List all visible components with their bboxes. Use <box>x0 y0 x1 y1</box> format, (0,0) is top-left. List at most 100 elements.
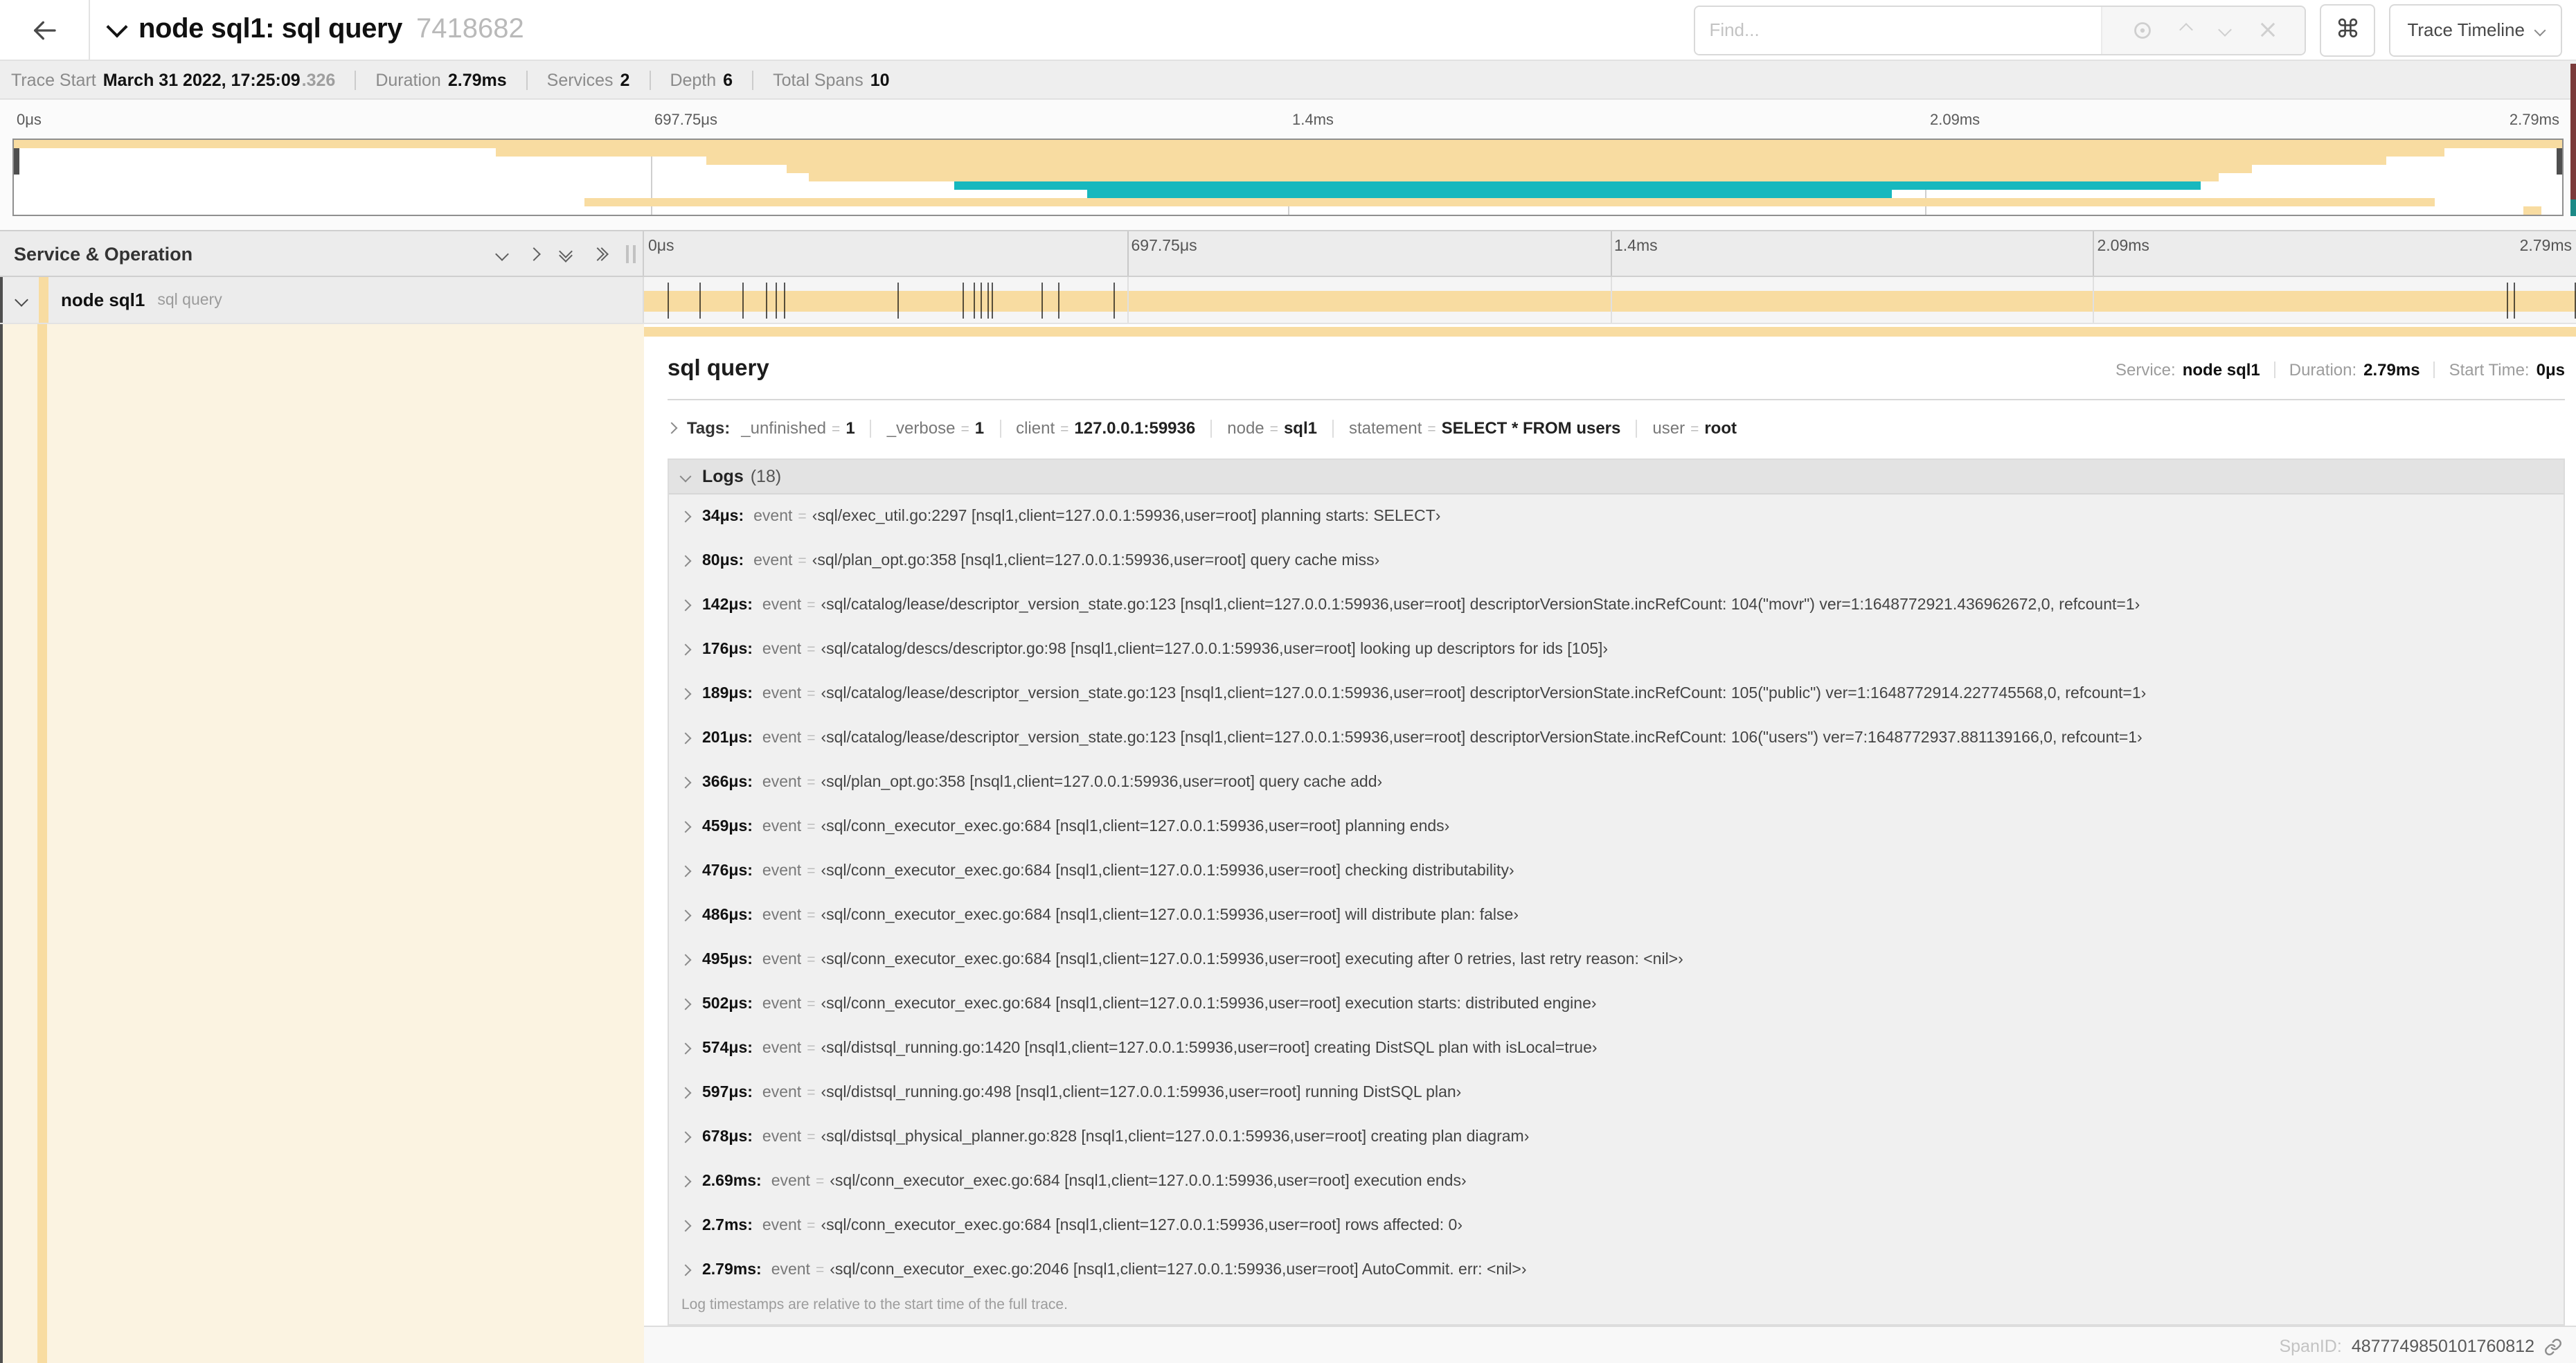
log-time: 476μs: <box>702 863 753 880</box>
summary-label: Depth <box>670 70 717 89</box>
summary-value: March 31 2022, 17:25:09 <box>102 70 301 89</box>
equals-sign: = <box>807 641 816 658</box>
log-field-value: ‹sql/distsql_running.go:1420 [nsql1,clie… <box>821 1040 1598 1057</box>
summary-value: 2 <box>620 70 630 89</box>
equals-sign: = <box>807 730 816 747</box>
chevron-right-icon <box>679 1131 692 1143</box>
tags-row[interactable]: Tags: _unfinished = 1 _verbose = 1 client = 127.… <box>665 413 2565 443</box>
log-row[interactable]: 201μs: event = ‹sql/catalog/lease/descripto… <box>669 716 2564 760</box>
log-row[interactable]: 459μs: event = ‹sql/conn_executor_exec.go:6… <box>669 805 2564 849</box>
summary-item: Duration 2.79ms <box>375 70 506 89</box>
equals-sign: = <box>807 952 816 968</box>
log-row[interactable]: 2.69ms: event = ‹sql/conn_executor_exec.go:… <box>669 1159 2564 1204</box>
find-prev-icon[interactable] <box>2179 23 2193 37</box>
span-operation-name: sql query <box>157 292 222 308</box>
ruler-tick-label: 2.79ms <box>2509 112 2559 129</box>
column-resizer-handle[interactable] <box>626 244 636 262</box>
minimap-span-bar <box>495 148 2445 157</box>
span-detail-area: sql query Service: node sql1 Duration: 2.79… <box>0 324 2576 1363</box>
minimap-canvas[interactable] <box>12 139 2564 216</box>
header-actions: ⌘ Trace Timeline <box>1694 3 2562 56</box>
log-row[interactable]: 34μs: event = ‹sql/exec_util.go:2297 [nsql1… <box>669 495 2564 539</box>
back-button[interactable] <box>0 0 90 60</box>
divider <box>999 419 1001 437</box>
logs-block: Logs (18) 34μs: event = ‹sql/exec_util.go:2… <box>668 458 2565 1326</box>
tag-item: _unfinished = 1 <box>741 418 855 438</box>
span-table-header: Service & Operation 0μs 697.75μs 1.4ms 2.09… <box>0 230 2576 277</box>
log-field-name: event <box>762 952 802 968</box>
collapse-one-icon[interactable] <box>495 247 509 260</box>
equals-sign: = <box>1269 421 1278 438</box>
log-row[interactable]: 366μs: event = ‹sql/plan_opt.go:358 [nsql1,… <box>669 760 2564 805</box>
log-row[interactable]: 176μs: event = ‹sql/catalog/descs/descripto… <box>669 627 2564 672</box>
log-row[interactable]: 574μs: event = ‹sql/distsql_running.go:1420… <box>669 1026 2564 1071</box>
trace-view-selector-button[interactable]: Trace Timeline <box>2389 3 2562 56</box>
chevron-right-icon <box>679 865 692 878</box>
span-row[interactable]: node sql1 sql query <box>0 277 2576 324</box>
logs-header[interactable]: Logs (18) <box>669 460 2564 495</box>
detail-field-label: Service: <box>2116 360 2176 380</box>
detail-field: Duration: 2.79ms <box>2289 360 2420 380</box>
equals-sign: = <box>807 996 816 1013</box>
span-detail-header: sql query Service: node sql1 Duration: 2.79… <box>668 350 2565 382</box>
log-field-value: ‹sql/conn_executor_exec.go:684 [nsql1,cl… <box>821 996 1597 1013</box>
divider <box>1636 419 1638 437</box>
collapse-all-icon[interactable] <box>559 244 573 262</box>
spanid-value: 4877749850101760812 <box>2351 1337 2534 1356</box>
locate-icon[interactable] <box>2132 20 2152 39</box>
collapse-controls <box>495 244 609 262</box>
ruler-tick-label: 2.09ms <box>2097 238 2149 255</box>
log-row[interactable]: 2.79ms: event = ‹sql/conn_executor_exec.go:… <box>669 1248 2564 1292</box>
minimap-span-bar <box>14 140 2562 148</box>
log-row[interactable]: 502μs: event = ‹sql/conn_executor_exec.go:6… <box>669 982 2564 1026</box>
keyboard-shortcuts-button[interactable]: ⌘ <box>2320 3 2376 56</box>
equals-sign: = <box>832 421 841 438</box>
tag-key: _unfinished <box>741 418 827 438</box>
equals-sign: = <box>807 863 816 880</box>
log-row[interactable]: 189μs: event = ‹sql/catalog/lease/descripto… <box>669 672 2564 716</box>
log-row[interactable]: 597μs: event = ‹sql/distsql_running.go:498 … <box>669 1071 2564 1115</box>
gridline <box>1127 277 1129 323</box>
clear-find-icon[interactable] <box>2260 22 2275 37</box>
detail-field-label: Duration: <box>2289 360 2357 380</box>
minimap-span-bar <box>584 198 2435 206</box>
equals-sign: = <box>1060 421 1069 438</box>
find-next-icon[interactable] <box>2218 23 2233 37</box>
log-row[interactable]: 476μs: event = ‹sql/conn_executor_exec.go:6… <box>669 849 2564 893</box>
find-controls <box>2101 6 2305 53</box>
gridline <box>1610 231 1611 276</box>
log-row[interactable]: 2.7ms: event = ‹sql/conn_executor_exec.go:6… <box>669 1204 2564 1248</box>
log-marker <box>962 283 963 319</box>
log-marker <box>699 283 701 319</box>
find-input[interactable] <box>1695 6 2102 53</box>
detail-field-label: Start Time: <box>2449 360 2530 380</box>
gridline <box>2093 231 2095 276</box>
equals-sign: = <box>807 1040 816 1057</box>
log-time: 486μs: <box>702 907 753 924</box>
log-row[interactable]: 486μs: event = ‹sql/conn_executor_exec.go:6… <box>669 893 2564 938</box>
expand-all-icon[interactable] <box>591 247 609 260</box>
span-bar-cell[interactable] <box>644 277 2576 323</box>
span-name-cell[interactable]: node sql1 sql query <box>0 277 644 323</box>
log-time: 189μs: <box>702 686 753 702</box>
log-time: 2.7ms: <box>702 1218 753 1234</box>
log-row[interactable]: 142μs: event = ‹sql/catalog/lease/descripto… <box>669 583 2564 627</box>
link-icon[interactable] <box>2544 1337 2562 1355</box>
window-edge-marker-red <box>2570 64 2576 199</box>
log-field-value: ‹sql/exec_util.go:2297 [nsql1,client=127… <box>812 508 1441 525</box>
minimap-span-bar <box>954 181 2201 190</box>
log-field-name: event <box>762 1085 802 1101</box>
service-operation-title: Service & Operation <box>14 243 193 264</box>
span-collapse-chevron-icon[interactable] <box>15 293 28 307</box>
expand-one-icon[interactable] <box>527 247 541 260</box>
equals-sign: = <box>807 1129 816 1146</box>
ruler-tick-label: 0μs <box>648 238 674 255</box>
log-row[interactable]: 678μs: event = ‹sql/distsql_physical_planne… <box>669 1115 2564 1159</box>
collapse-trace-chevron-icon[interactable] <box>106 15 128 37</box>
ruler-tick-label: 1.4ms <box>1292 112 1334 129</box>
log-field-name: event <box>771 1173 810 1190</box>
log-row[interactable]: 80μs: event = ‹sql/plan_opt.go:358 [nsql1,c… <box>669 539 2564 583</box>
log-row[interactable]: 495μs: event = ‹sql/conn_executor_exec.go:6… <box>669 938 2564 982</box>
trace-title: node sql1: sql query 7418682 <box>106 14 524 46</box>
ruler-tick-label: 697.75μs <box>654 112 717 129</box>
